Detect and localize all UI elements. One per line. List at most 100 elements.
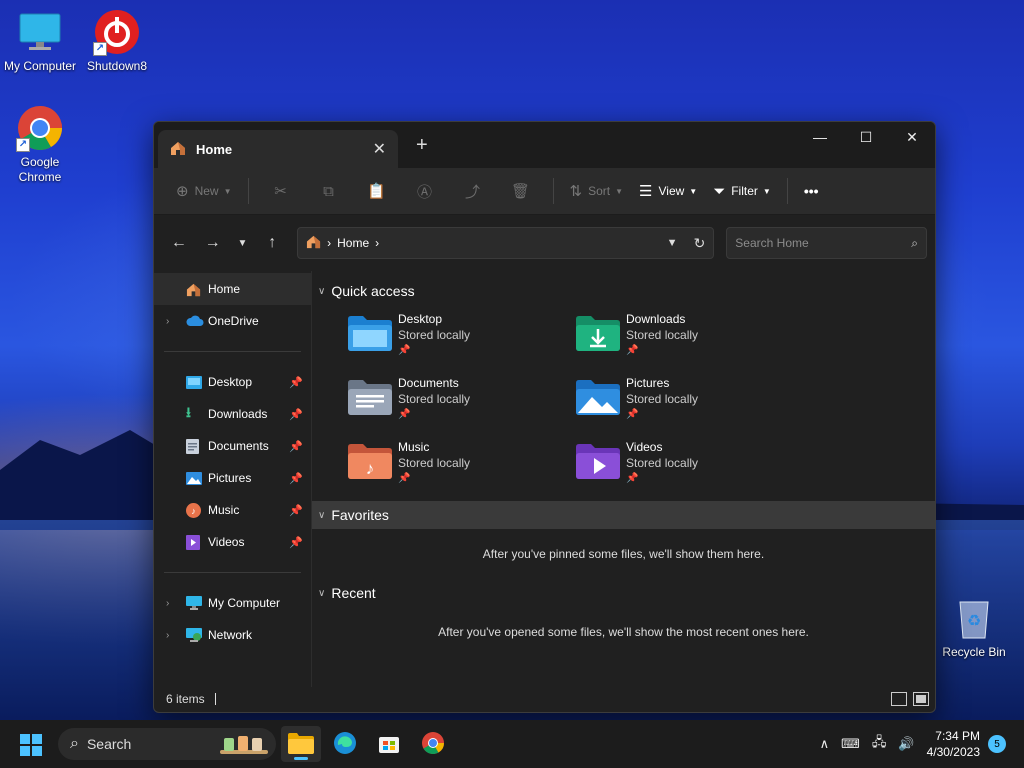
window-controls: — ☐ ✕ (797, 122, 935, 152)
sidebar-item-pictures[interactable]: Pictures 📌 (154, 462, 311, 494)
item-status: Stored locally (398, 392, 471, 406)
taskbar-store[interactable] (369, 726, 409, 762)
rename-button[interactable]: Ⓐ (401, 175, 449, 207)
music-folder-icon: ♪ (348, 443, 392, 479)
pin-icon: 📌 (289, 504, 303, 517)
chevron-right-icon[interactable]: › (166, 316, 186, 327)
show-hidden-icons-button[interactable]: ∧ (820, 736, 830, 752)
filter-icon: ⏷ (713, 182, 726, 200)
item-name: Music (398, 440, 430, 454)
chevron-right-icon[interactable]: › (166, 630, 186, 641)
delete-button[interactable]: 🗑 (497, 175, 545, 207)
chevron-down-icon: ∨ (318, 285, 326, 297)
windows-logo-icon (20, 734, 30, 744)
section-title: Recent (331, 585, 376, 601)
recycle-bin-icon: ♻ (950, 594, 998, 642)
notification-badge[interactable]: 5 (988, 735, 1006, 753)
new-tab-button[interactable]: + (416, 134, 428, 157)
status-divider (214, 693, 216, 705)
section-favorites[interactable]: ∨ Favorites (312, 501, 935, 529)
toolbar-divider (786, 178, 788, 204)
sidebar-item-onedrive[interactable]: › OneDrive (154, 305, 311, 337)
filter-button[interactable]: ⏷ Filter ▼ (705, 175, 779, 207)
new-button[interactable]: ⊕ New ▼ (168, 175, 240, 207)
pin-icon: 📌 (398, 409, 411, 420)
minimize-button[interactable]: — (797, 122, 843, 152)
recent-locations-button[interactable]: ▼ (230, 227, 256, 259)
up-button[interactable]: ↑ (255, 227, 289, 259)
section-title: Quick access (331, 283, 415, 299)
share-button[interactable]: ⤴ (449, 175, 497, 207)
download-icon: ⭳ (186, 404, 191, 420)
pin-icon: 📌 (398, 345, 411, 356)
new-label: New (194, 184, 219, 198)
refresh-button[interactable]: ↻ (694, 235, 706, 252)
desktop-icon-label: Shutdown8 (86, 59, 148, 73)
view-list-icon: ☰ (639, 183, 653, 200)
details-view-button[interactable] (891, 692, 907, 706)
quick-access-item-desktop[interactable]: Desktop Stored locally 📌 (348, 307, 576, 371)
taskbar-file-explorer[interactable] (281, 726, 321, 762)
quick-access-item-pictures[interactable]: Pictures Stored locally 📌 (576, 371, 804, 435)
quick-access-item-music[interactable]: ♪ Music Stored locally 📌 (348, 435, 576, 499)
chevron-down-icon: ▼ (762, 186, 771, 196)
sidebar-item-my-computer[interactable]: › My Computer (154, 587, 311, 619)
desktop-icon-label: Recycle Bin (942, 645, 1006, 659)
edge-icon (333, 731, 357, 758)
chevron-right-icon[interactable]: › (166, 598, 186, 609)
back-button[interactable]: ← (162, 227, 196, 259)
volume-icon[interactable]: 🔊 (898, 736, 914, 752)
quick-access-item-documents[interactable]: Documents Stored locally 📌 (348, 371, 576, 435)
tab-home[interactable]: Home ✕ (158, 130, 398, 168)
address-bar[interactable]: › Home › ▼ ↻ (297, 227, 715, 259)
network-status-icon[interactable]: 🖧 (872, 733, 887, 755)
chevron-down-icon: ∨ (318, 509, 326, 521)
quick-access-item-downloads[interactable]: Downloads Stored locally 📌 (576, 307, 804, 371)
desktop-icon-shutdown8[interactable]: ↗ Shutdown8 (77, 8, 157, 74)
start-button[interactable] (20, 734, 42, 756)
active-indicator (294, 757, 308, 760)
taskbar-search[interactable]: ⌕ Search (58, 728, 276, 760)
search-input[interactable] (735, 236, 912, 250)
copy-button[interactable]: ⧉ (305, 175, 353, 207)
close-tab-icon[interactable]: ✕ (373, 139, 386, 159)
cut-button[interactable]: ✂ (257, 175, 305, 207)
sidebar-item-network[interactable]: › Network (154, 619, 311, 651)
view-button[interactable]: ☰ View ▼ (631, 175, 705, 207)
chevron-down-icon: ▼ (689, 186, 698, 196)
paste-button[interactable]: 📋 (353, 175, 401, 207)
favorites-empty-message: After you've pinned some files, we'll sh… (482, 547, 765, 561)
section-recent[interactable]: ∨ Recent (312, 579, 935, 607)
desktop-icon-my-computer[interactable]: My Computer (0, 8, 80, 74)
tab-title: Home (196, 141, 233, 157)
title-bar: Home ✕ + — ☐ ✕ (154, 122, 935, 168)
sidebar-item-home[interactable]: Home (154, 273, 311, 305)
item-status: Stored locally (626, 456, 699, 470)
more-options-button[interactable]: ••• (796, 175, 827, 207)
address-history-dropdown[interactable]: ▼ (667, 237, 678, 249)
clock[interactable]: 7:34 PM 4/30/2023 (927, 728, 980, 760)
address-row: ← → ▼ ↑ › Home › ▼ ↻ ⌕ (154, 215, 935, 271)
quick-access-item-videos[interactable]: Videos Stored locally 📌 (576, 435, 804, 499)
sidebar-item-desktop[interactable]: Desktop 📌 (154, 366, 311, 398)
sidebar-item-music[interactable]: ♪ Music 📌 (154, 494, 311, 526)
desktop-icon-recycle-bin[interactable]: ♻ Recycle Bin (934, 594, 1014, 660)
forward-button[interactable]: → (196, 227, 230, 259)
tiles-view-button[interactable] (913, 692, 929, 706)
breadcrumb-home[interactable]: Home (337, 236, 369, 250)
keyboard-icon[interactable]: ⌨ (841, 736, 860, 752)
sidebar-item-downloads[interactable]: ⭳ Downloads 📌 (154, 398, 311, 430)
close-window-button[interactable]: ✕ (889, 122, 935, 152)
chevron-up-icon: ∧ (819, 736, 830, 751)
section-quick-access[interactable]: ∨ Quick access (312, 277, 935, 305)
sidebar-item-documents[interactable]: Documents 📌 (154, 430, 311, 462)
sidebar-item-label: My Computer (208, 596, 281, 610)
maximize-button[interactable]: ☐ (843, 122, 889, 152)
sort-button[interactable]: ⇅ Sort ▼ (562, 175, 632, 207)
sidebar-item-videos[interactable]: Videos 📌 (154, 526, 311, 558)
taskbar-chrome[interactable] (413, 726, 453, 762)
search-box[interactable]: ⌕ (726, 227, 928, 259)
taskbar-edge[interactable] (325, 726, 365, 762)
sidebar-item-label: Home (208, 282, 241, 296)
desktop-icon-google-chrome[interactable]: ↗ Google Chrome (0, 104, 80, 185)
